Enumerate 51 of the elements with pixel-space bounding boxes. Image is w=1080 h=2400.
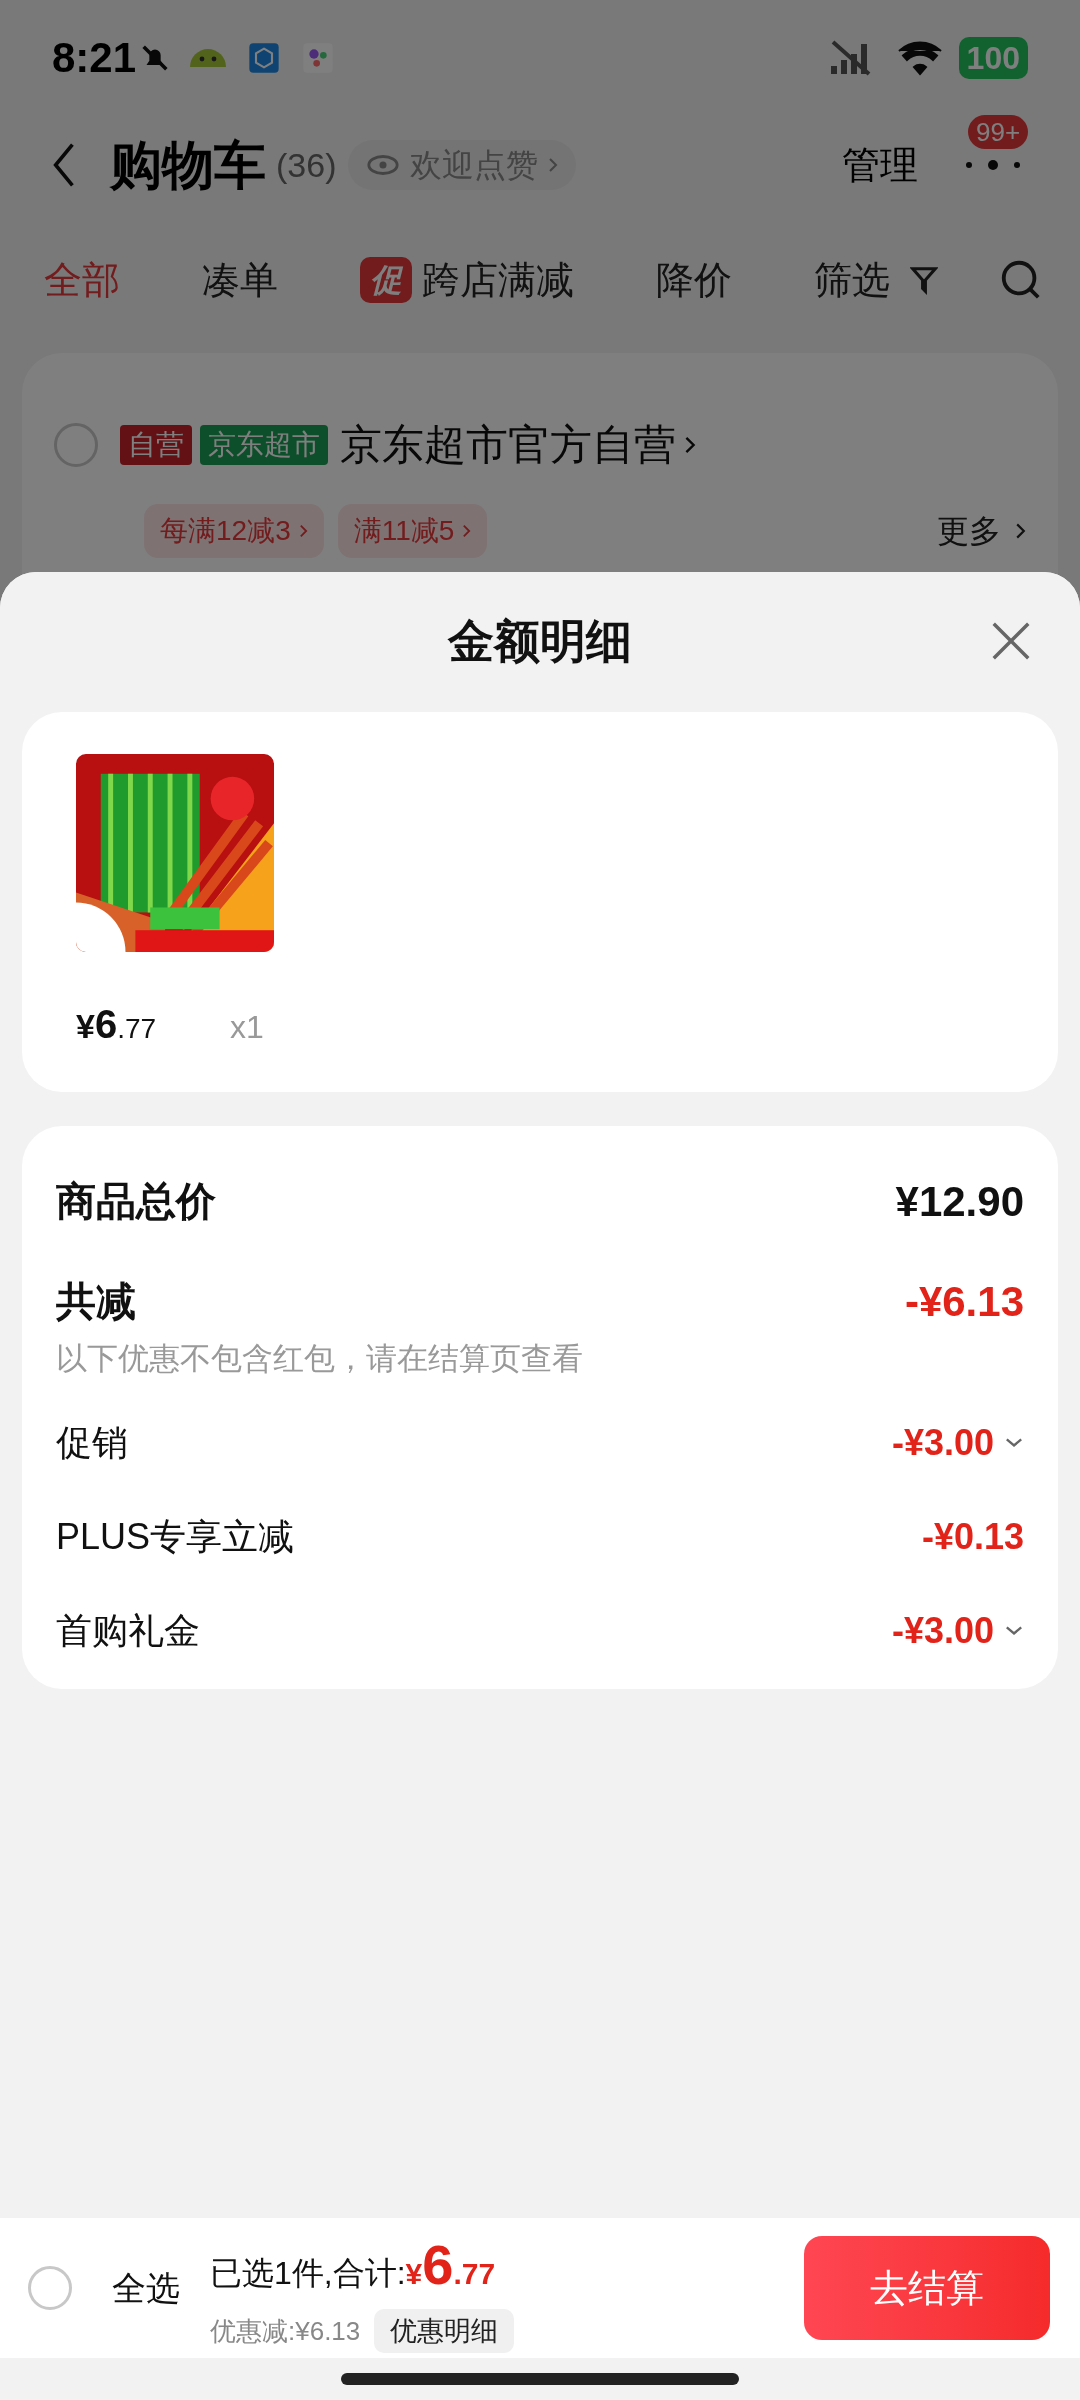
status-time: 8:21 — [52, 33, 137, 83]
row-value: -¥3.00 — [891, 1420, 994, 1465]
row-value: -¥0.13 — [921, 1514, 1024, 1559]
row-value: -¥6.13 — [904, 1276, 1024, 1327]
promo-tag: 促 — [360, 257, 412, 303]
row-label: 商品总价 — [56, 1178, 216, 1225]
row-label: 共减 — [56, 1278, 136, 1325]
discount-text: 优惠减:¥6.13 — [210, 2314, 361, 2348]
expand-icon[interactable] — [1004, 1624, 1024, 1637]
more-icon[interactable] — [963, 158, 1023, 172]
tab[interactable]: 促 跨店满减 — [360, 251, 574, 309]
chevron-icon — [298, 523, 308, 539]
chevron-icon — [1015, 521, 1026, 541]
chevron-icon — [548, 156, 559, 174]
filter-icon — [910, 264, 938, 296]
manage-button[interactable]: 管理 — [842, 136, 918, 194]
promo-chip[interactable]: 每满12减3 — [144, 504, 324, 558]
row-label: 促销 — [56, 1420, 128, 1465]
radio-button[interactable] — [28, 2266, 72, 2310]
select-all-label: 全选 — [112, 2267, 180, 2309]
tab[interactable]: 凑单 — [202, 251, 278, 309]
more-link[interactable]: 更多 — [937, 507, 1001, 555]
item-count: (36) — [276, 144, 337, 186]
store-tag: 京东超市 — [200, 424, 328, 465]
store-tag: 自营 — [120, 424, 192, 465]
sheet-title: 金额明细 — [448, 613, 632, 669]
store-name[interactable]: 京东超市官方自营 — [340, 413, 676, 476]
discount-detail-button[interactable]: 优惠明细 — [374, 2309, 515, 2353]
android-icon — [190, 48, 227, 67]
selection-summary: 已选1件,合计: — [210, 2254, 406, 2293]
promo-chip[interactable]: 满11减5 — [337, 504, 488, 558]
total-price: ¥6.77 — [405, 2232, 496, 2298]
note-text: 以下优惠不包含红包，请在结算页查看 — [56, 1340, 584, 1378]
tab[interactable]: 降价 — [656, 251, 732, 309]
row-label: PLUS专享立减 — [56, 1514, 295, 1559]
page-title: 购物车 — [110, 135, 266, 196]
row-value: -¥3.00 — [891, 1608, 994, 1653]
checkout-button[interactable]: 去结算 — [804, 2236, 1050, 2340]
tab[interactable]: 筛选 — [814, 251, 938, 309]
tab[interactable]: 全部 — [44, 251, 120, 309]
app-icon — [302, 41, 335, 74]
row-label: 首购礼金 — [56, 1608, 200, 1653]
chevron-icon — [462, 523, 472, 539]
notification-badge: 99+ — [968, 115, 1029, 149]
product-quantity: x1 — [230, 1008, 264, 1047]
app-icon — [248, 41, 281, 74]
row-value: ¥12.90 — [895, 1176, 1024, 1227]
battery-indicator: 100 — [958, 36, 1028, 79]
expand-icon[interactable] — [1004, 1436, 1024, 1449]
radio-button[interactable] — [54, 422, 98, 467]
product-price: ¥6.77 — [76, 1001, 157, 1048]
